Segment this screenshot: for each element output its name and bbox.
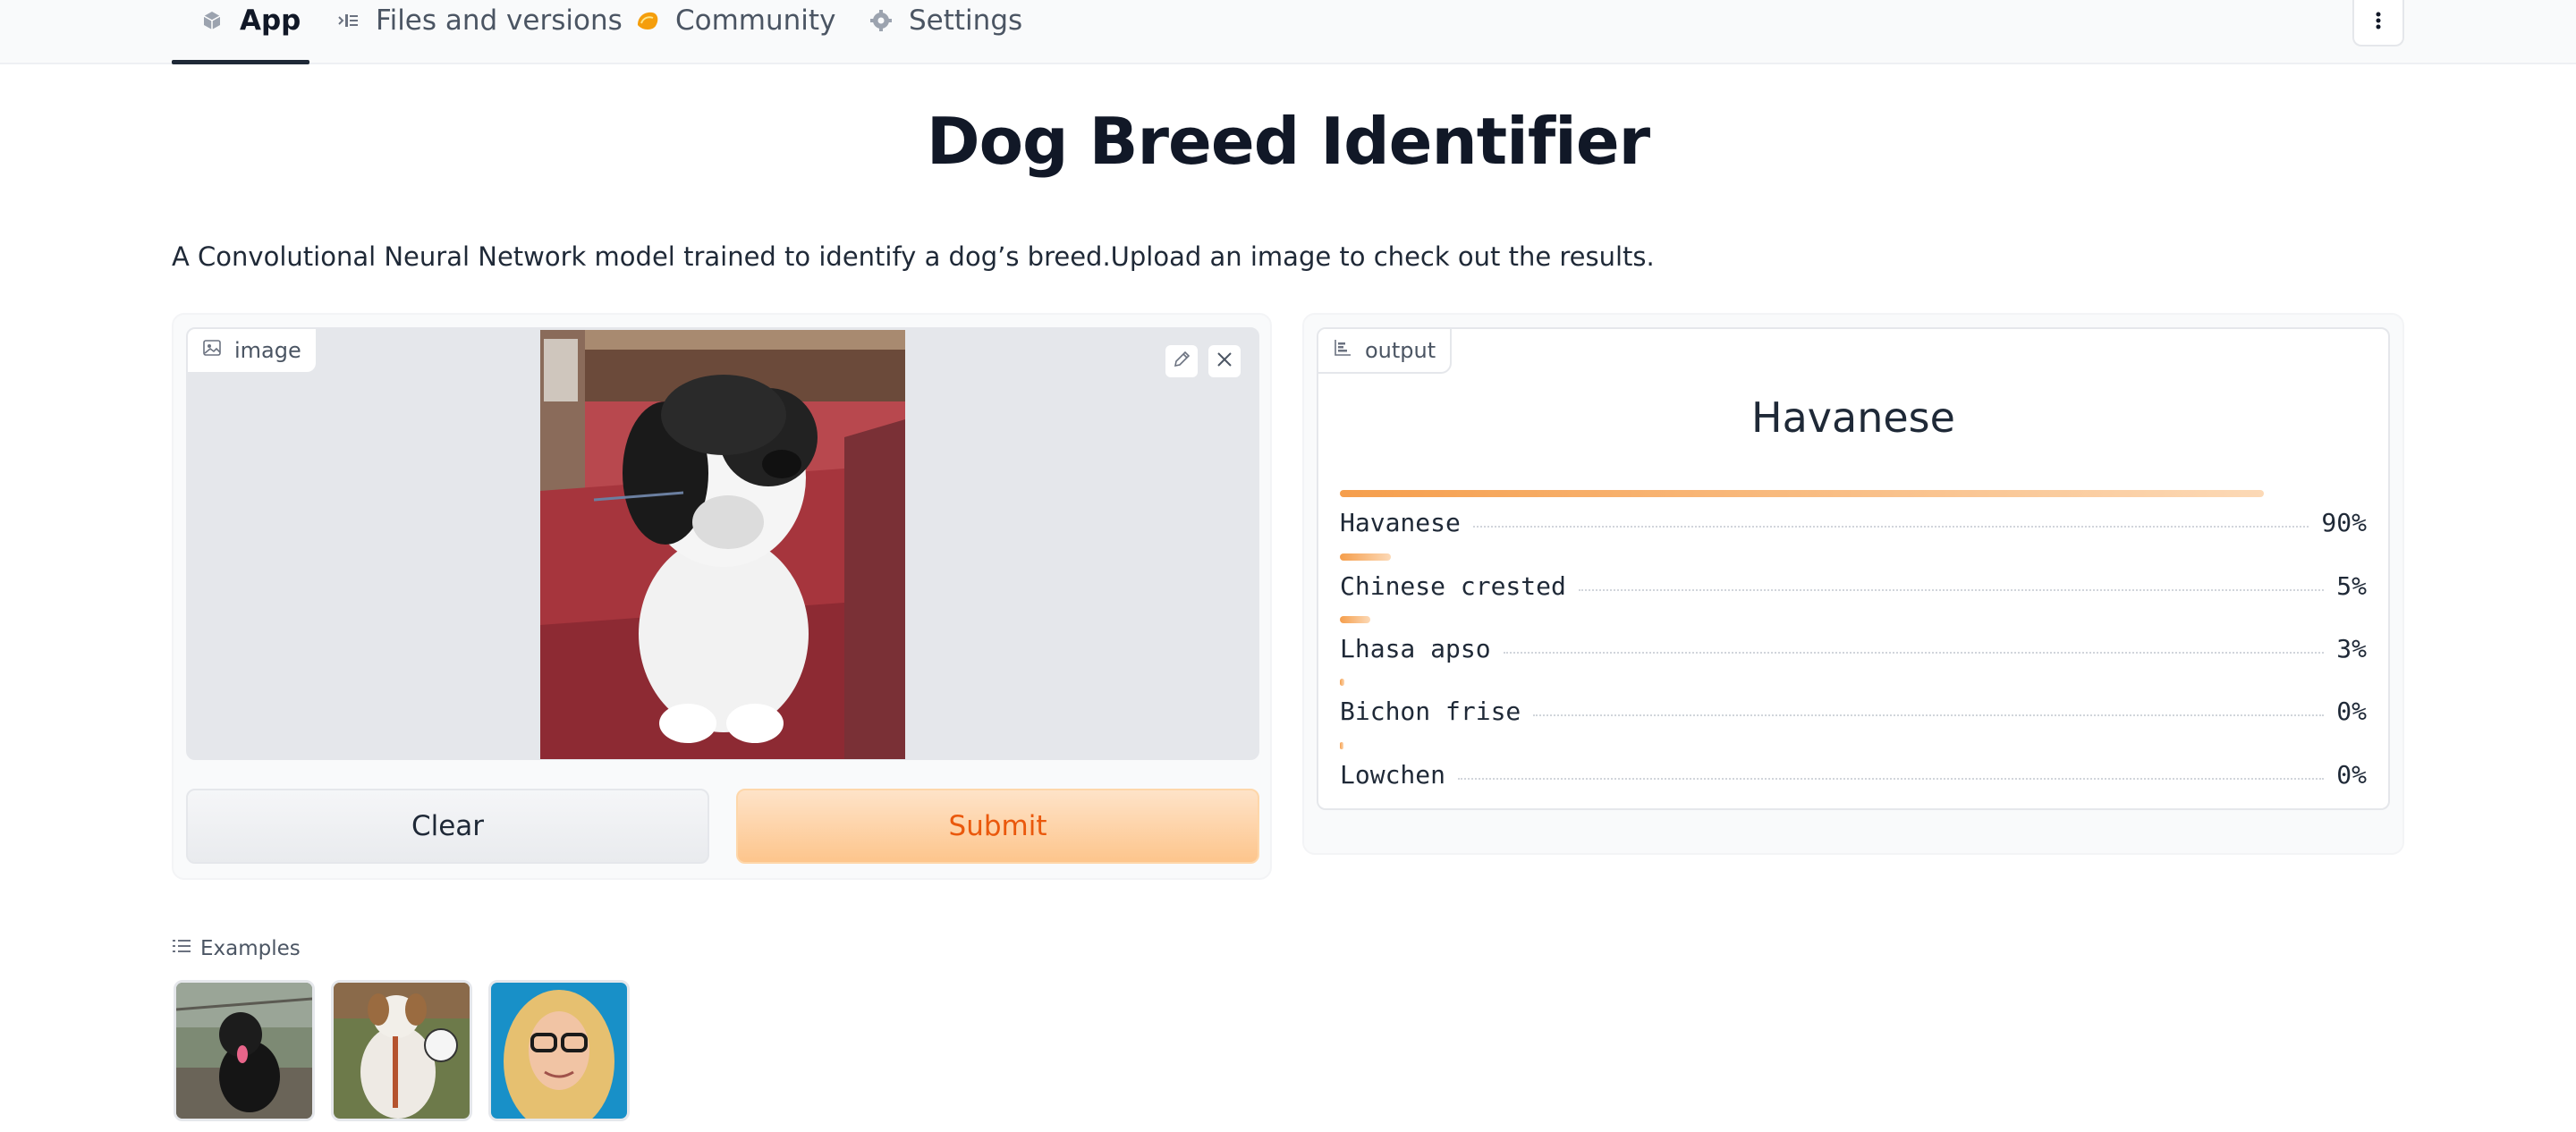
- confidence-value: 0%: [2336, 759, 2367, 790]
- confidence-label: Lowchen: [1340, 759, 1446, 790]
- cube-icon: [199, 7, 225, 34]
- example-person-with-glasses[interactable]: [488, 980, 630, 1121]
- confidence-bar-bichon-frise: [1340, 679, 1344, 686]
- files-icon: [335, 7, 361, 34]
- page-title: Dog Breed Identifier: [926, 104, 1650, 179]
- dotted-leader: [1458, 778, 2325, 780]
- examples-heading: Examples: [172, 937, 301, 960]
- confidence-label: Lhasa apso: [1340, 633, 1491, 663]
- examples-heading-text: Examples: [200, 937, 301, 960]
- tab-files-and-versions[interactable]: Files and versions: [335, 0, 623, 64]
- tab-files-and-versions-label: Files and versions: [376, 4, 623, 37]
- bar-chart-icon: [1333, 338, 1352, 363]
- app-description: A Convolutional Neural Network model tra…: [172, 241, 1655, 272]
- tab-settings-label: Settings: [909, 4, 1023, 37]
- uploaded-dog-image: [540, 330, 905, 759]
- more-options-button[interactable]: [2352, 0, 2404, 46]
- image-icon: [202, 338, 222, 363]
- image-input-label-text: image: [234, 338, 301, 363]
- dotted-leader: [1472, 526, 2309, 528]
- submit-button[interactable]: Submit: [736, 789, 1259, 864]
- dotted-leader: [1503, 652, 2325, 654]
- tab-community[interactable]: Community: [634, 0, 835, 64]
- list-icon: [172, 937, 191, 960]
- community-icon: [634, 7, 661, 34]
- confidence-label: Bichon frise: [1340, 696, 1521, 726]
- clear-button[interactable]: Clear: [186, 789, 709, 864]
- confidence-row-chinese-crested: Chinese crested 5%: [1340, 568, 2367, 604]
- confidence-label: Chinese crested: [1340, 570, 1566, 601]
- confidence-bar-lowchen: [1340, 742, 1343, 749]
- confidence-row-bichon-frise: Bichon frise 0%: [1340, 693, 2367, 729]
- tab-community-label: Community: [675, 4, 836, 37]
- predicted-label: Havanese: [1751, 393, 1955, 442]
- confidence-row-lhasa-apso: Lhasa apso 3%: [1340, 630, 2367, 666]
- pencil-icon: [1172, 350, 1191, 373]
- confidence-row-lowchen: Lowchen 0%: [1340, 756, 2367, 792]
- top-tab-bar: App Files and versions Community Setting…: [0, 0, 2576, 64]
- example-black-labrador[interactable]: [174, 980, 315, 1121]
- image-input-label: image: [188, 329, 318, 374]
- output-label: output: [1318, 329, 1453, 374]
- confidence-value: 3%: [2336, 633, 2367, 663]
- confidence-value: 0%: [2336, 696, 2367, 726]
- confidence-bar-chinese-crested: [1340, 553, 1391, 561]
- confidence-label: Havanese: [1340, 507, 1461, 537]
- more-vertical-icon: [2375, 11, 2382, 34]
- tab-settings[interactable]: Settings: [868, 0, 1022, 64]
- confidence-bar-lhasa-apso: [1340, 616, 1370, 623]
- output-label-text: output: [1365, 338, 1436, 363]
- tab-app-label: App: [240, 4, 301, 37]
- tab-app[interactable]: App: [199, 0, 301, 64]
- confidence-bar-havanese: [1340, 490, 2264, 497]
- remove-image-button[interactable]: [1207, 343, 1242, 379]
- dotted-leader: [1533, 714, 2325, 716]
- confidence-value: 90%: [2321, 507, 2367, 537]
- dotted-leader: [1578, 589, 2325, 591]
- close-icon: [1216, 351, 1233, 372]
- gear-icon: [868, 7, 894, 34]
- active-tab-indicator: [172, 60, 309, 64]
- confidence-row-havanese: Havanese 90%: [1340, 504, 2367, 540]
- edit-image-button[interactable]: [1164, 343, 1199, 379]
- confidence-value: 5%: [2336, 570, 2367, 601]
- example-white-brown-dog[interactable]: [331, 980, 472, 1121]
